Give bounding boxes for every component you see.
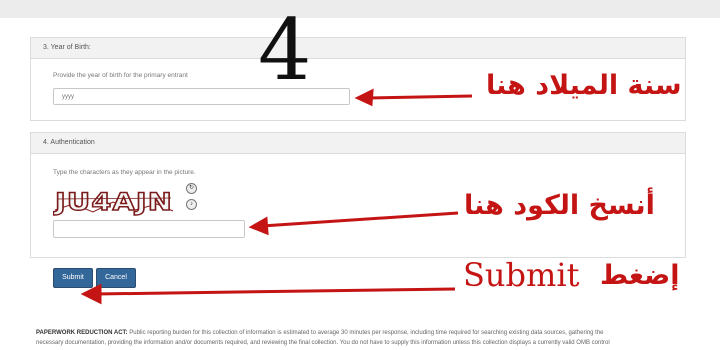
submit-arrowhead: [80, 283, 102, 305]
paperwork-line2: necessary documentation, providing the i…: [36, 340, 610, 346]
year-annotation-label: سنة الميلاد هنا: [486, 70, 682, 101]
paperwork-title: PAPERWORK REDUCTION ACT:: [36, 330, 128, 336]
submit-annotation-arabic: إضغط: [600, 260, 680, 291]
year-arrow: [367, 94, 473, 100]
submit-annotation-word: Submit: [463, 256, 580, 294]
paperwork-line1: Public reporting burden for this collect…: [129, 330, 604, 336]
code-arrowhead: [248, 216, 269, 236]
code-annotation-label: أنسخ الكود هنا: [464, 190, 655, 221]
code-arrow: [261, 211, 459, 228]
year-arrowhead: [354, 88, 374, 107]
paperwork-notice: PAPERWORK REDUCTION ACT: Public reportin…: [36, 328, 720, 348]
annotation-arrows: [80, 88, 473, 305]
submit-arrow: [95, 287, 456, 296]
